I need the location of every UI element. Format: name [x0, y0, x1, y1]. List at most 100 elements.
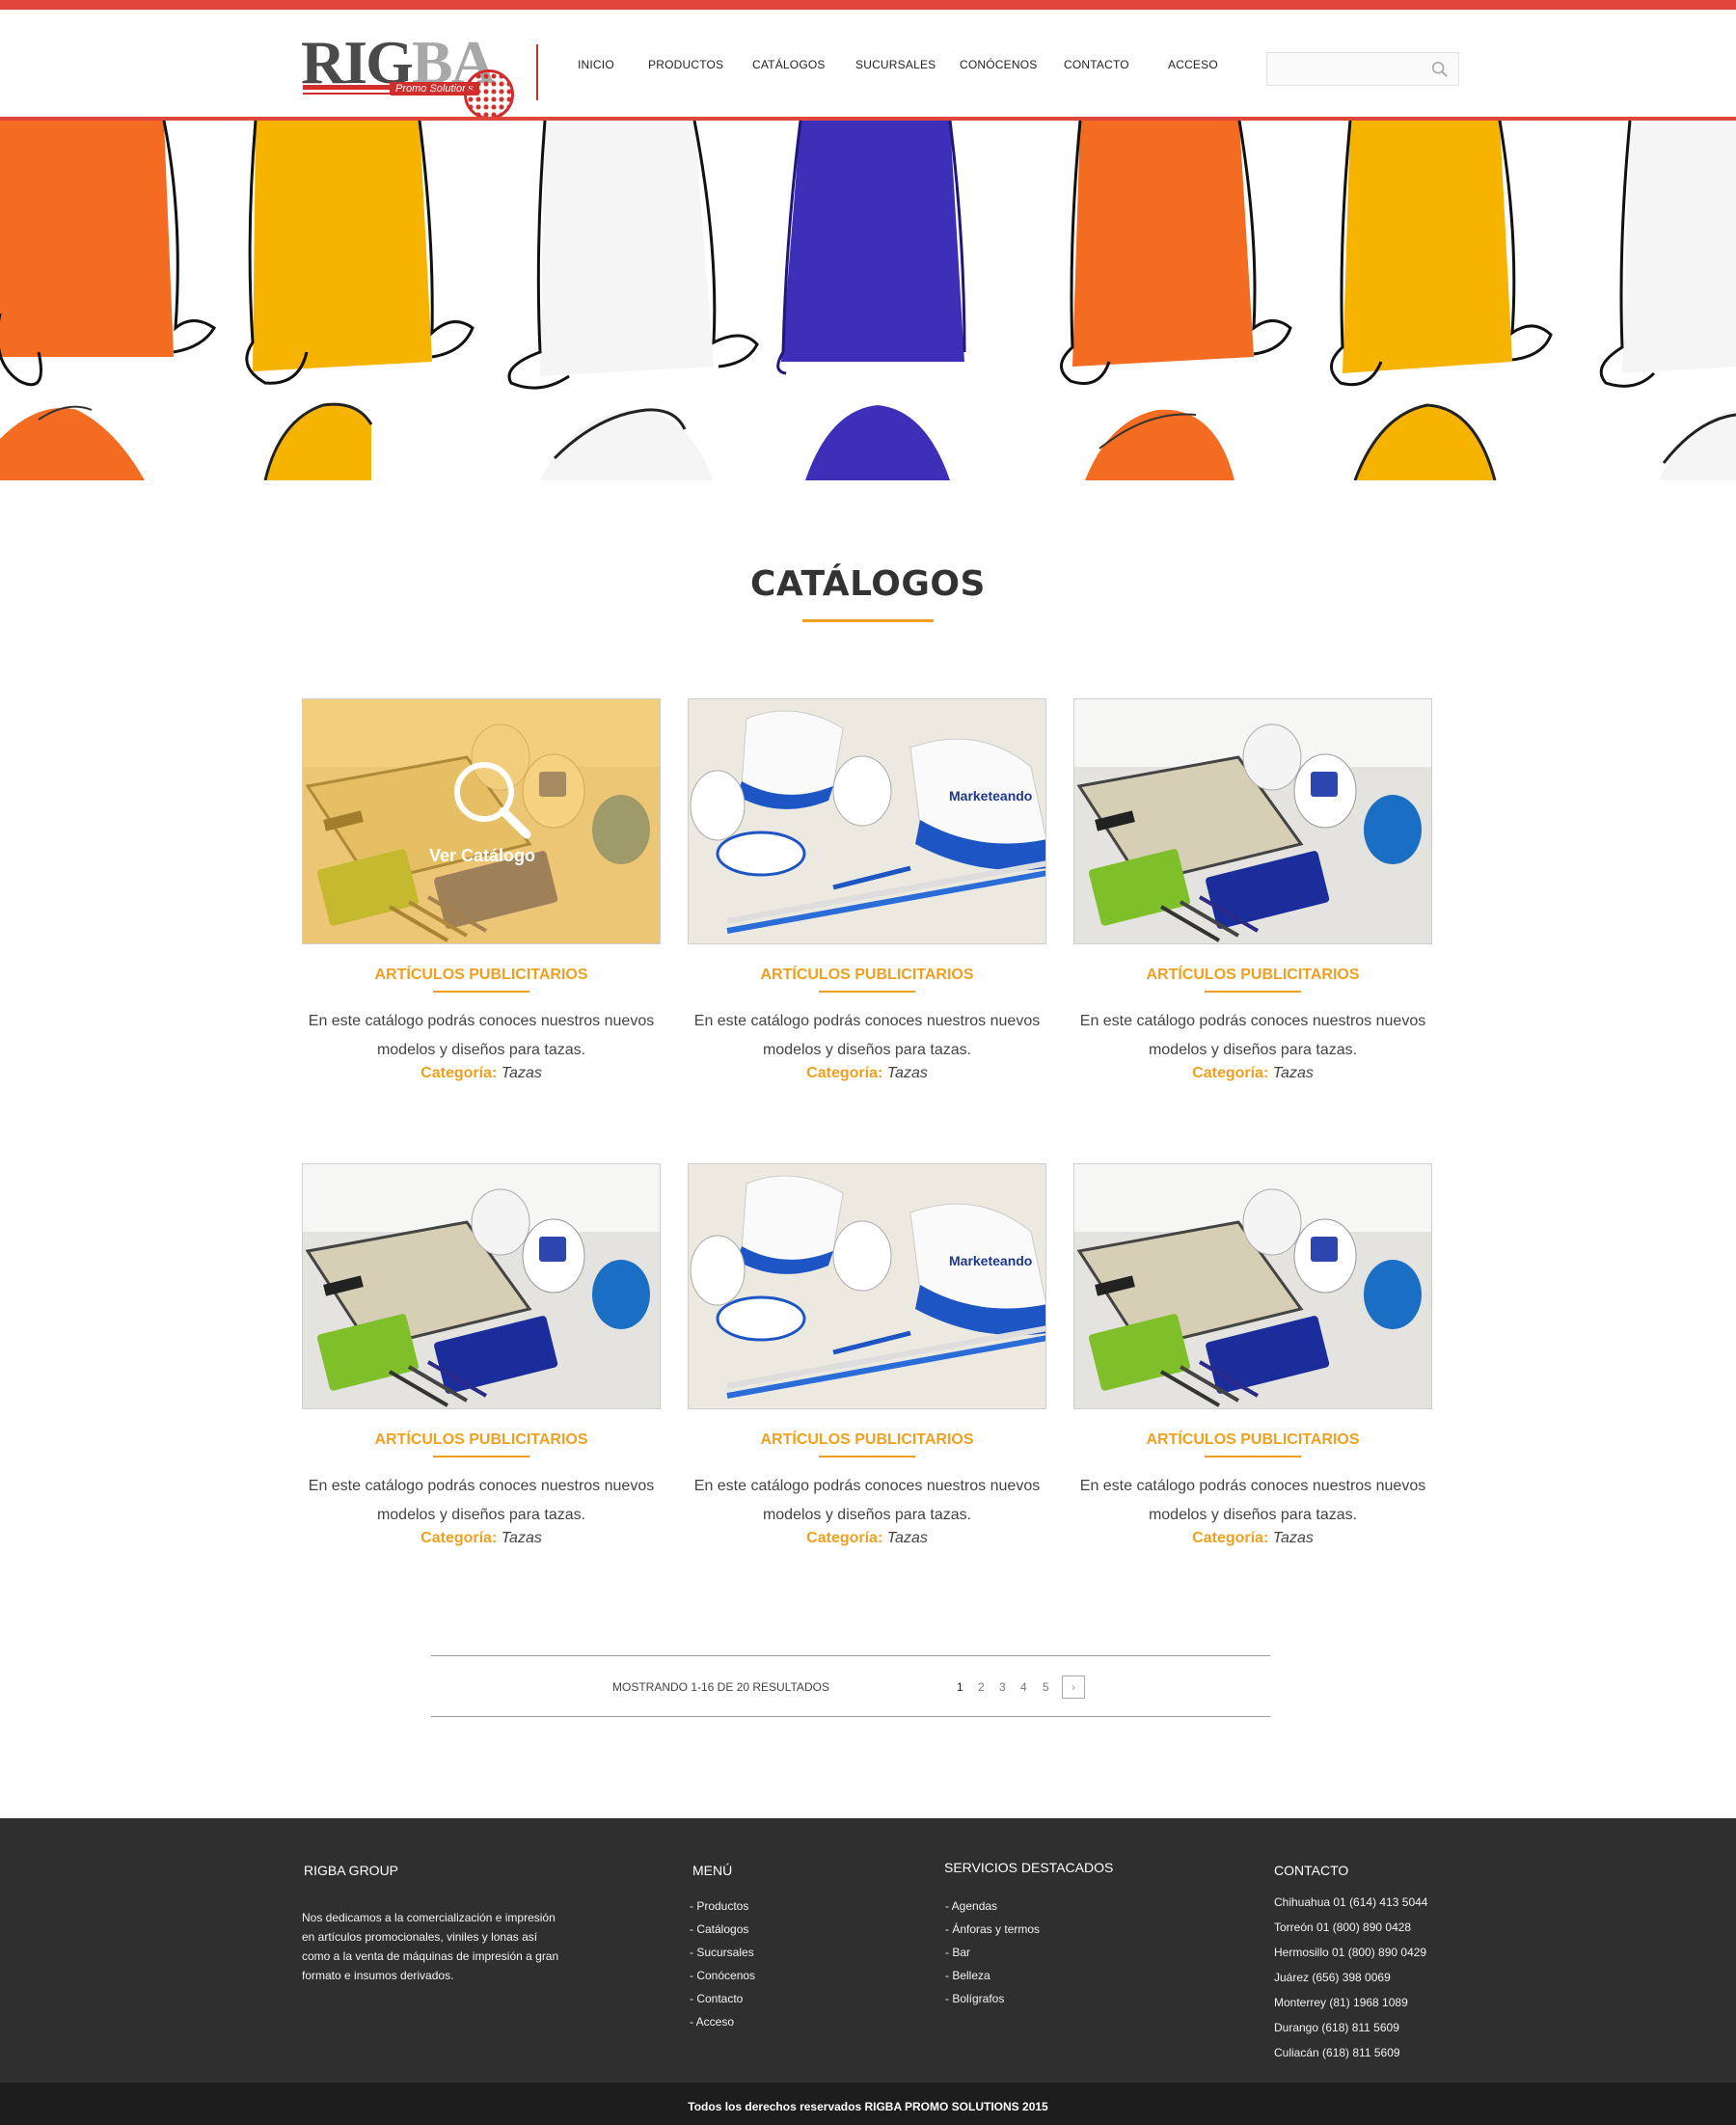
bag-white-3: [540, 408, 714, 480]
catalog-card-title-underline: [433, 1456, 529, 1458]
results-count: MOSTRANDO 1-16 DE 20 RESULTADOS: [612, 1680, 829, 1694]
catalog-card-title-underline: [1205, 1456, 1301, 1458]
nav-inicio[interactable]: INICIO: [578, 58, 614, 71]
footer-about-text: Nos dedicamos a la comercialización e im…: [302, 1911, 559, 1982]
catalog-card-title[interactable]: ARTÍCULOS PUBLICITARIOS: [1073, 967, 1432, 984]
footer-link-productos[interactable]: - Productos: [690, 1899, 748, 1913]
magnifier-icon: [454, 762, 531, 839]
bag-white-1: [507, 121, 759, 390]
catalog-card-image[interactable]: [1073, 698, 1432, 944]
catalog-card-category: Categoría: Tazas: [420, 1530, 542, 1546]
search-icon[interactable]: [1431, 61, 1449, 78]
nav-conocenos[interactable]: CONÓCENOS: [960, 58, 1037, 71]
footer-link-catalogos[interactable]: - Catálogos: [690, 1922, 748, 1936]
footer-link-contacto[interactable]: - Contacto: [690, 1992, 743, 2005]
page-2[interactable]: 2: [978, 1680, 985, 1694]
nav-productos[interactable]: PRODUCTOS: [648, 58, 723, 71]
catalog-card-description: En este catálogo podrás conoces nuestros…: [308, 1013, 655, 1058]
page-3[interactable]: 3: [999, 1680, 1006, 1694]
footer-service-bar[interactable]: - Bar: [945, 1946, 970, 1959]
bag-blue-1: [776, 121, 966, 375]
site-header: RIGBA Promo Solutions INICIO PRODUCTOS C…: [0, 10, 1736, 120]
catalog-card-category: Categoría: Tazas: [806, 1065, 928, 1081]
search-input[interactable]: [1266, 52, 1459, 86]
catalog-card-description: En este catálogo podrás conoces nuestros…: [693, 1013, 1041, 1058]
catalog-card-image[interactable]: [1073, 1163, 1432, 1409]
header-divider: [536, 44, 538, 100]
contact-durango: Durango (618) 811 5609: [1274, 2021, 1399, 2034]
footer-link-acceso[interactable]: - Acceso: [690, 2015, 734, 2029]
copyright-text: Todos los derechos reservados RIGBA PROM…: [688, 2100, 1048, 2113]
catalog-card-title-underline: [819, 1456, 915, 1458]
catalog-card-image[interactable]: Ver Catálogo: [302, 698, 661, 944]
footer-services-heading: SERVICIOS DESTACADOS: [944, 1860, 1114, 1875]
catalog-card-image[interactable]: Marketeando: [688, 698, 1046, 944]
catalog-card-title-underline: [1205, 991, 1301, 993]
nav-acceso[interactable]: ACCESO: [1168, 58, 1218, 71]
bag-orange-2: [1060, 121, 1292, 385]
catalog-card-title-underline: [433, 991, 529, 993]
page-5[interactable]: 5: [1043, 1680, 1049, 1694]
catalog-card-category: Categoría: Tazas: [1192, 1065, 1314, 1081]
catalog-card-category: Categoría: Tazas: [420, 1065, 542, 1081]
catalogos-title: CATÁLOGOS: [750, 564, 986, 604]
bag-yellow-1: [245, 121, 475, 385]
footer-link-conocenos[interactable]: - Conócenos: [690, 1969, 755, 1982]
footer-link-sucursales[interactable]: - Sucursales: [690, 1946, 754, 1959]
catalog-card-title[interactable]: ARTÍCULOS PUBLICITARIOS: [302, 1431, 661, 1449]
bag-yellow-2: [1330, 121, 1553, 387]
contact-culiacan: Culiacán (618) 811 5609: [1274, 2046, 1400, 2059]
page-1[interactable]: 1: [957, 1680, 963, 1694]
contact-juarez: Juárez (656) 398 0069: [1274, 1971, 1391, 1984]
catalog-card-category: Categoría: Tazas: [806, 1530, 928, 1546]
footer-service-anforas[interactable]: - Ánforas y termos: [945, 1922, 1040, 1936]
catalog-card-image[interactable]: Marketeando: [688, 1163, 1046, 1409]
svg-text:Marketeando: Marketeando: [949, 1253, 1032, 1268]
bag-yellow-3: [263, 402, 373, 480]
bag-orange-1: [0, 121, 217, 387]
catalog-card-description: En este catálogo podrás conoces nuestros…: [693, 1478, 1041, 1523]
footer-menu-heading: MENÚ: [692, 1863, 733, 1878]
contact-monterrey: Monterrey (81) 1968 1089: [1274, 1996, 1408, 2009]
contact-chihuahua: Chihuahua 01 (614) 413 5044: [1274, 1895, 1428, 1909]
catalog-card-title-underline: [819, 991, 915, 993]
site-footer: RIGBA GROUP Nos dedicamos a la comercial…: [0, 1818, 1736, 2083]
contact-hermosillo: Hermosillo 01 (800) 890 0429: [1274, 1946, 1427, 1959]
hero-banner-drawstring-bags: [0, 121, 1736, 480]
catalog-card-title[interactable]: ARTÍCULOS PUBLICITARIOS: [688, 967, 1046, 984]
catalog-card-image[interactable]: [302, 1163, 661, 1409]
bag-orange-4: [1085, 409, 1234, 480]
catalog-card-description: En este catálogo podrás conoces nuestros…: [308, 1478, 655, 1523]
ver-catalogo-label[interactable]: Ver Catálogo: [303, 846, 660, 866]
catalog-card-description: En este catálogo podrás conoces nuestros…: [1079, 1478, 1426, 1523]
catalogos-title-underline: [802, 619, 934, 622]
pagination-top-line: [431, 1655, 1270, 1656]
contact-torreon: Torreón 01 (800) 890 0428: [1274, 1921, 1412, 1934]
catalog-card-title[interactable]: ARTÍCULOS PUBLICITARIOS: [1073, 1431, 1432, 1449]
bag-orange-3: [0, 405, 145, 480]
rigba-logo[interactable]: RIGBA Promo Solutions: [301, 27, 514, 120]
bag-blue-2: [805, 405, 950, 480]
svg-text:Marketeando: Marketeando: [949, 788, 1032, 804]
footer-service-agendas[interactable]: - Agendas: [945, 1899, 997, 1913]
catalog-card-title[interactable]: ARTÍCULOS PUBLICITARIOS: [302, 967, 661, 984]
pagination-bottom-line: [431, 1716, 1270, 1717]
next-page-button[interactable]: ›: [1062, 1675, 1085, 1699]
bag-yellow-4: [1353, 403, 1497, 480]
footer-contact-heading: CONTACTO: [1274, 1863, 1349, 1878]
footer-service-boligrafos[interactable]: - Bolígrafos: [945, 1992, 1004, 2005]
bags-pattern: [0, 121, 1736, 480]
top-accent-bar: [0, 0, 1736, 10]
footer-about-heading: RIGBA GROUP: [304, 1863, 399, 1878]
bag-white-2: [1599, 121, 1736, 388]
nav-catalogos[interactable]: CATÁLOGOS: [752, 58, 826, 71]
page-4[interactable]: 4: [1020, 1680, 1027, 1694]
nav-sucursales[interactable]: SUCURSALES: [855, 58, 936, 71]
bag-white-4: [1659, 410, 1736, 480]
footer-service-belleza[interactable]: - Belleza: [945, 1969, 990, 1982]
catalog-card-title[interactable]: ARTÍCULOS PUBLICITARIOS: [688, 1431, 1046, 1449]
logo-dot-globe-icon: [464, 69, 514, 120]
catalog-card-description: En este catálogo podrás conoces nuestros…: [1079, 1013, 1426, 1058]
nav-contacto[interactable]: CONTACTO: [1064, 58, 1129, 71]
catalog-card-category: Categoría: Tazas: [1192, 1530, 1314, 1546]
